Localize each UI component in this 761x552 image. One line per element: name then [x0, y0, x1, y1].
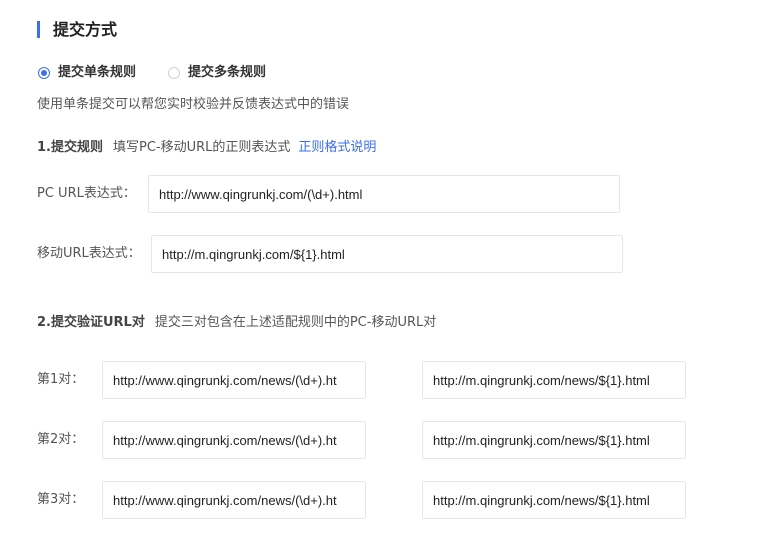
radio-single-rule-label: 提交单条规则 — [58, 65, 137, 80]
pair-3-mobile-url-input[interactable] — [422, 481, 686, 519]
section-title-accent-bar — [37, 21, 40, 38]
pair-3-label: 第3对： — [37, 492, 85, 507]
radio-unselected-icon — [168, 67, 180, 79]
radio-selected-icon — [38, 67, 50, 79]
pair-3-pc-url-input[interactable] — [102, 481, 366, 519]
mobile-url-expression-label: 移动URL表达式： — [37, 246, 141, 261]
verify-section-heading: 2.提交验证URL对 提交三对包含在上述适配规则中的PC-移动URL对 — [37, 314, 436, 332]
pc-url-expression-input[interactable] — [148, 175, 620, 213]
regex-format-help-link[interactable]: 正则格式说明 — [298, 140, 376, 155]
pair-2-label: 第2对： — [37, 432, 85, 447]
radio-multiple-rules[interactable]: 提交多条规则 — [168, 64, 266, 82]
rule-heading: 1.提交规则 — [37, 140, 103, 155]
section-title: 提交方式 — [53, 20, 118, 39]
pair-2-mobile-url-input[interactable] — [422, 421, 686, 459]
verify-heading: 2.提交验证URL对 — [37, 315, 145, 330]
pair-2-pc-url-input[interactable] — [102, 421, 366, 459]
rule-section-heading: 1.提交规则 填写PC-移动URL的正则表达式 正则格式说明 — [37, 139, 376, 157]
verify-hint: 提交三对包含在上述适配规则中的PC-移动URL对 — [154, 315, 437, 330]
mode-description: 使用单条提交可以帮您实时校验并反馈表达式中的错误 — [37, 97, 350, 112]
pc-url-expression-label: PC URL表达式： — [37, 186, 136, 201]
radio-multiple-rules-label: 提交多条规则 — [188, 65, 267, 80]
mobile-url-expression-input[interactable] — [151, 235, 623, 273]
radio-single-rule[interactable]: 提交单条规则 — [38, 64, 136, 82]
rule-hint: 填写PC-移动URL的正则表达式 — [112, 140, 291, 155]
pair-1-mobile-url-input[interactable] — [422, 361, 686, 399]
pair-1-pc-url-input[interactable] — [102, 361, 366, 399]
pair-1-label: 第1对： — [37, 372, 85, 387]
